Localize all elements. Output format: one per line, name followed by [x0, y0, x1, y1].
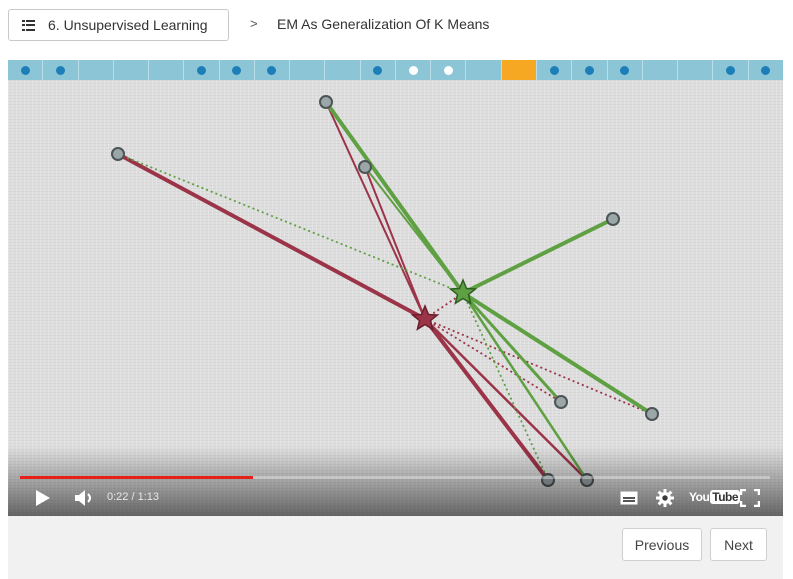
- progress-segment[interactable]: [678, 60, 714, 80]
- data-point: [606, 212, 620, 226]
- data-point: [358, 160, 372, 174]
- next-button[interactable]: Next: [710, 528, 767, 561]
- lesson-menu-label: 6. Unsupervised Learning: [48, 17, 208, 33]
- progress-segment[interactable]: [79, 60, 114, 80]
- progress-segment[interactable]: [255, 60, 291, 80]
- progress-segment[interactable]: [396, 60, 432, 80]
- lesson-progress-strip: [8, 60, 783, 80]
- progress-dot: [55, 65, 65, 75]
- progress-dot: [373, 65, 383, 75]
- lesson-menu-button[interactable]: 6. Unsupervised Learning: [8, 9, 229, 41]
- progress-dot: [408, 65, 418, 75]
- video-player[interactable]: 0:22 / 1:13 You Tube: [8, 80, 783, 516]
- breadcrumb-separator: >: [250, 16, 258, 31]
- progress-segment[interactable]: [713, 60, 749, 80]
- page-title: EM As Generalization Of K Means: [277, 16, 490, 32]
- time-display: 0:22 / 1:13: [107, 491, 159, 503]
- progress-dot: [620, 65, 630, 75]
- data-point: [554, 395, 568, 409]
- progress-segment[interactable]: [572, 60, 608, 80]
- play-icon[interactable]: [34, 489, 52, 507]
- red-line: [364, 166, 426, 320]
- progress-segment[interactable]: [290, 60, 326, 80]
- data-point: [645, 407, 659, 421]
- volume-icon[interactable]: [74, 489, 96, 507]
- video-scrubber[interactable]: [20, 476, 770, 479]
- green-line: [462, 217, 614, 295]
- progress-dot: [584, 65, 594, 75]
- progress-segment[interactable]: [466, 60, 502, 80]
- progress-segment[interactable]: [361, 60, 396, 80]
- progress-segment[interactable]: [431, 60, 467, 80]
- progress-segment[interactable]: [749, 60, 783, 80]
- progress-segment[interactable]: [537, 60, 573, 80]
- progress-segment[interactable]: [325, 60, 361, 80]
- progress-dot: [267, 65, 277, 75]
- settings-icon[interactable]: [655, 488, 675, 508]
- progress-dot: [20, 65, 30, 75]
- captions-icon[interactable]: [620, 491, 638, 505]
- progress-dot: [549, 65, 559, 75]
- red-line: [424, 318, 562, 403]
- progress-dot: [725, 65, 735, 75]
- progress-segment[interactable]: [220, 60, 255, 80]
- scrubber-played: [20, 476, 253, 479]
- previous-button[interactable]: Previous: [622, 528, 702, 561]
- progress-dot: [761, 65, 771, 75]
- list-icon: [22, 19, 35, 31]
- progress-dot: [196, 65, 206, 75]
- data-points: [111, 95, 659, 487]
- progress-segment[interactable]: [184, 60, 220, 80]
- progress-segment[interactable]: [43, 60, 79, 80]
- progress-segment[interactable]: [149, 60, 185, 80]
- red-centroid-star: [410, 304, 440, 331]
- progress-segment[interactable]: [114, 60, 150, 80]
- progress-segment[interactable]: [643, 60, 679, 80]
- red-cluster-lines: [117, 101, 653, 482]
- progress-dot: [443, 65, 453, 75]
- data-point: [319, 95, 333, 109]
- fullscreen-icon[interactable]: [740, 489, 760, 507]
- green-line: [364, 166, 464, 294]
- progress-segment[interactable]: [608, 60, 643, 80]
- youtube-logo[interactable]: You Tube: [689, 490, 741, 504]
- progress-segment[interactable]: [501, 60, 537, 80]
- green-line: [324, 100, 465, 295]
- progress-segment[interactable]: [8, 60, 44, 80]
- data-point: [111, 147, 125, 161]
- green-cluster-lines: [117, 100, 654, 481]
- red-line: [325, 101, 426, 320]
- progress-dot: [232, 65, 242, 75]
